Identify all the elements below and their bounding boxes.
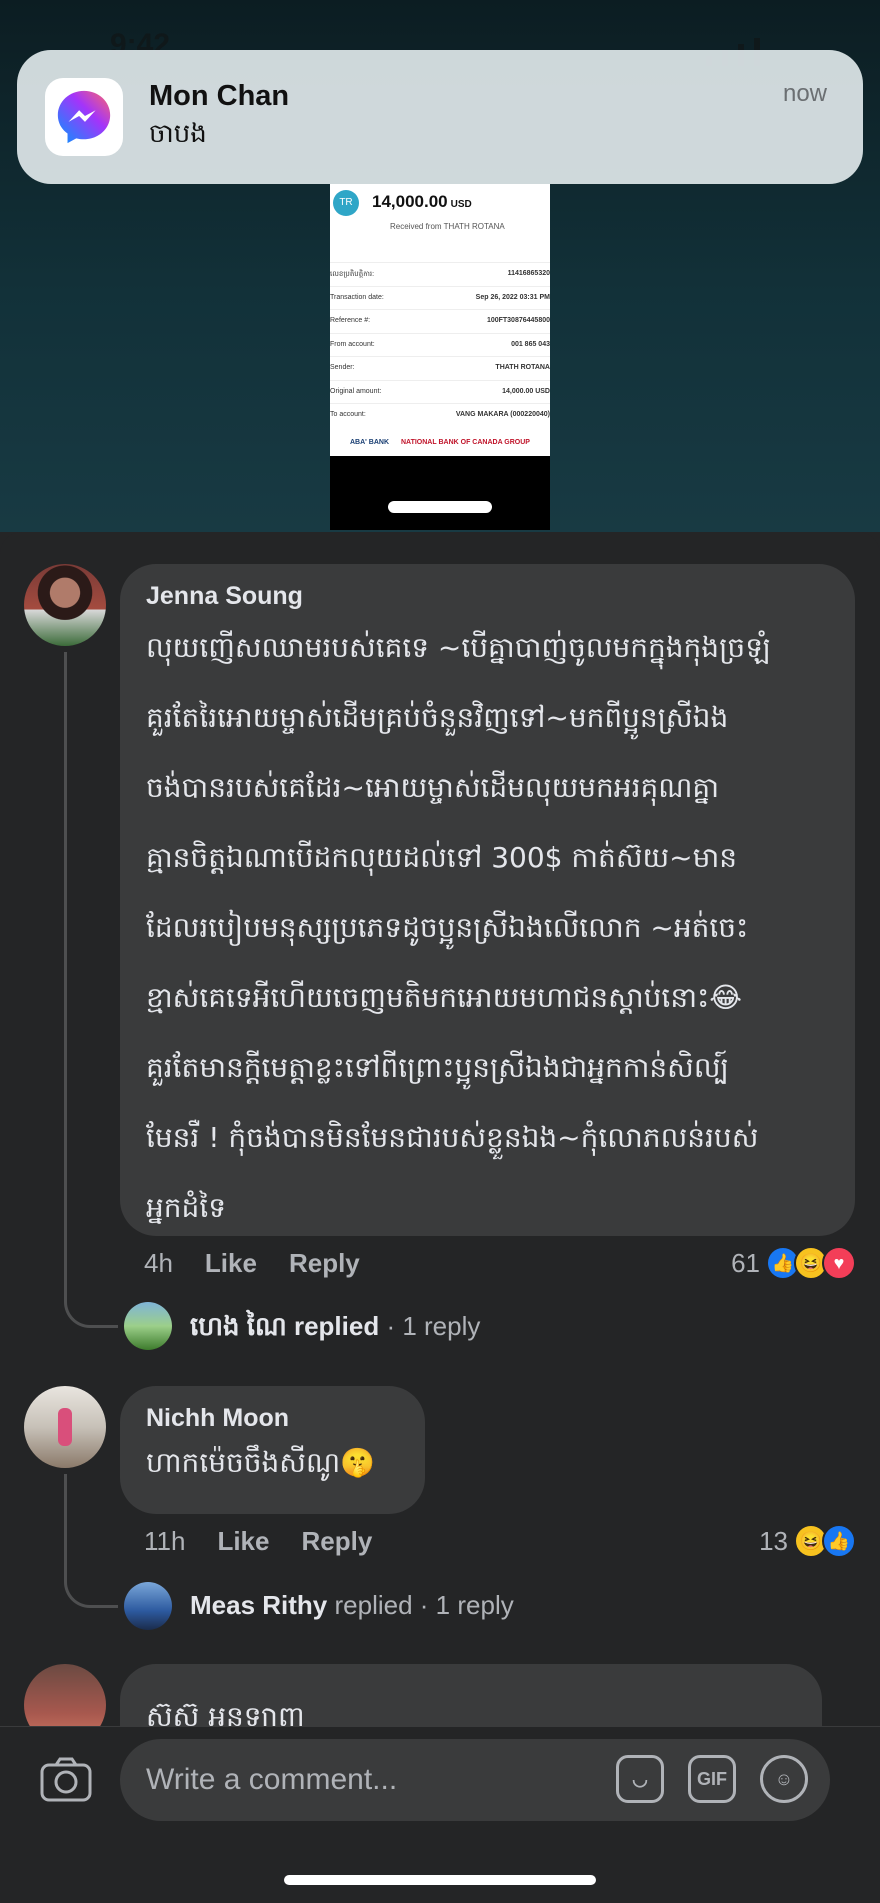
receipt-paper: TR 14,000.00 USD Received from THATH ROTA… <box>330 184 550 456</box>
composer-icons: ◡ GIF ☺ <box>616 1755 808 1803</box>
notification-title: Mon Chan <box>149 79 290 112</box>
reactions[interactable]: 61 👍 😆 ♥ <box>731 1246 856 1280</box>
sender-logo: TR <box>333 190 359 216</box>
reactions[interactable]: 13 😆 👍 <box>759 1524 856 1558</box>
receipt-row: To account: VANG MAKARA (000220040) <box>330 403 550 427</box>
comment-author[interactable]: Jenna Soung <box>146 582 829 611</box>
comment-author[interactable]: Nichh Moon <box>146 1404 399 1433</box>
camera-icon[interactable] <box>40 1757 92 1803</box>
receipt-row-value: 14,000.00 USD <box>502 387 550 395</box>
receipt-row-label: From account: <box>330 340 375 348</box>
comment-time: 4h <box>144 1248 173 1278</box>
sticker-icon[interactable]: ◡ <box>616 1755 664 1803</box>
partner-logo: NATIONAL BANK OF CANADA GROUP <box>401 439 530 446</box>
gif-icon[interactable]: GIF <box>688 1755 736 1803</box>
receipt-row: Original amount: 14,000.00 USD <box>330 379 550 404</box>
comment-actions: 11h Like Reply <box>144 1526 372 1557</box>
emoji-icon[interactable]: ☺ <box>760 1755 808 1803</box>
thread-line <box>64 1474 118 1608</box>
reaction-count: 61 <box>731 1247 760 1278</box>
comment-time: 11h <box>144 1526 186 1556</box>
reaction-count: 13 <box>759 1525 788 1556</box>
receipt-row: Transaction date: Sep 26, 2022 03:31 PM <box>330 285 550 310</box>
comment-bubble[interactable]: Nichh Moon ហាកម៉េចចឹងសីណូ🤫 <box>120 1386 425 1514</box>
thread-line <box>64 652 118 1328</box>
comment-text: ហាកម៉េចចឹងសីណូ🤫 <box>146 1446 376 1479</box>
receipt-row-value: THATH ROTANA <box>495 364 550 371</box>
receipt-footer: ABA' BANK NATIONAL BANK OF CANADA GROUP <box>330 429 550 456</box>
receipt-screenshot: TR 14,000.00 USD Received from THATH ROTA… <box>330 184 550 530</box>
receipt-row: Sender: THATH ROTANA <box>330 356 550 380</box>
home-indicator <box>284 1875 596 1885</box>
receipt-row: Reference #: 100FT30876445800 <box>330 309 550 333</box>
avatar <box>124 1302 172 1350</box>
receipt-row-label: To account: <box>330 411 366 418</box>
comment-text: លុយញើសឈាមរបស់គេទេ ~បើគ្នាបាញ់ចូលមកក្នុងក… <box>146 631 771 1224</box>
avatar <box>124 1582 172 1630</box>
receipt-row-label: លេខប្រតិបត្តិការ: <box>330 271 375 278</box>
receipt-row-value: 100FT30876445800 <box>486 317 550 324</box>
messenger-notification[interactable]: Mon Chan ចាបង now <box>17 50 863 184</box>
receipt-row-label: Reference #: <box>330 317 371 324</box>
receipt-from: Received from THATH ROTANA <box>390 222 505 231</box>
avatar[interactable] <box>24 1386 106 1468</box>
receipt-row: លេខប្រតិបត្តិការ: 11416865320 <box>330 262 550 286</box>
avatar[interactable] <box>24 564 106 646</box>
comment-placeholder: Write a comment... <box>146 1763 398 1796</box>
home-indicator <box>388 501 492 513</box>
comment-input[interactable]: Write a comment... ◡ GIF ☺ <box>120 1739 830 1821</box>
replies-link[interactable]: Meas Rithy replied · 1 reply <box>190 1590 514 1621</box>
notification-time: now <box>782 80 827 107</box>
receipt-row-label: Original amount: <box>330 387 382 395</box>
comment-bubble[interactable]: Jenna Soung លុយញើសឈាមរបស់គេទេ ~បើគ្នាបាញ… <box>120 564 855 1236</box>
comment-actions: 4h Like Reply <box>144 1248 360 1279</box>
like-reaction-icon: 👍 <box>822 1524 856 1558</box>
messenger-icon <box>45 78 123 156</box>
receipt-row-value: 11416865320 <box>507 270 550 277</box>
bank-logo: ABA' BANK <box>350 439 389 446</box>
receipt-row-label: Sender: <box>330 364 355 371</box>
comment-composer: Write a comment... ◡ GIF ☺ <box>0 1726 880 1903</box>
replies-link[interactable]: ហេង ណៃ replied · 1 reply <box>190 1310 480 1348</box>
receipt-amount: 14,000.00 USD <box>372 192 472 211</box>
receipt-row-label: Transaction date: <box>330 293 384 301</box>
receipt-row-value: VANG MAKARA (000220040) <box>455 411 550 418</box>
reply-button[interactable]: Reply <box>301 1526 372 1557</box>
receipt-row-value: 001 865 043 <box>511 340 550 348</box>
receipt-row-value: Sep 26, 2022 03:31 PM <box>475 293 550 301</box>
reply-button[interactable]: Reply <box>289 1248 360 1279</box>
receipt-row: From account: 001 865 043 <box>330 332 550 357</box>
receipt-details: លេខប្រតិបត្តិការ: 11416865320 Transaction … <box>330 262 550 427</box>
notification-body: ចាបង <box>149 118 207 149</box>
love-reaction-icon: ♥ <box>822 1246 856 1280</box>
like-button[interactable]: Like <box>217 1526 269 1557</box>
like-button[interactable]: Like <box>205 1248 257 1279</box>
